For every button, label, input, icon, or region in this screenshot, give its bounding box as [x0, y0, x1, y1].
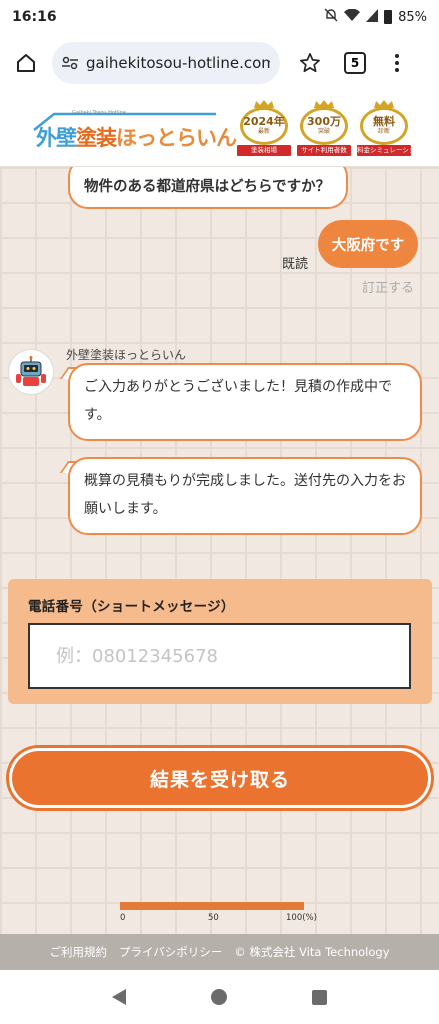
home-icon	[17, 54, 35, 72]
site-footer: ご利用規約 プライバシポリシー © 株式会社 Vita Technology	[0, 934, 439, 970]
home-circle-icon[interactable]	[210, 989, 227, 1005]
logo-text: 外壁塗装ほっとらいん	[36, 126, 237, 150]
dot-icon	[395, 54, 399, 58]
read-receipt: 既読	[282, 257, 309, 272]
logo-subtitle: Gaiheki Tosou Hotline	[72, 110, 126, 116]
back-icon[interactable]	[112, 989, 127, 1005]
dot-icon	[395, 68, 399, 72]
progress-label-50: 50	[208, 913, 219, 923]
system-nav-bar	[0, 970, 439, 1024]
sender-name: 外壁塗装ほっとらいん	[66, 348, 187, 362]
wifi-icon	[344, 8, 361, 26]
star-icon	[300, 53, 320, 73]
bot-avatar	[8, 349, 54, 395]
wreath-icon: 2024年 最新	[240, 107, 288, 145]
bookmark-button[interactable]	[294, 47, 326, 79]
home-button[interactable]	[8, 45, 44, 81]
status-bar: 16:16 85%	[0, 0, 439, 34]
user-answer-bubble: 大阪府です	[318, 220, 418, 268]
badge-ribbon: 塗装相場	[237, 145, 291, 156]
badge-ribbon: サイト利用者数	[297, 145, 351, 156]
site-logo[interactable]: Gaiheki Tosou Hotline 外壁塗装ほっとらいん	[30, 102, 237, 156]
battery-icon	[384, 10, 393, 24]
signal-icon	[366, 8, 379, 26]
battery-level: 85%	[398, 9, 427, 25]
badge-300: 300万 突破 サイト利用者数	[296, 98, 352, 160]
badge-ribbon: 料金シミュレーション	[357, 145, 411, 156]
correct-link[interactable]: 訂正する	[362, 277, 414, 296]
tab-switcher-button[interactable]: 5	[344, 52, 366, 74]
overflow-menu-button[interactable]	[388, 47, 406, 79]
site-header: Gaiheki Tosou Hotline 外壁塗装ほっとらいん 2024年 最…	[0, 92, 439, 167]
phone-label: 電話番号（ショートメッセージ）	[28, 599, 235, 615]
progress-track	[120, 902, 304, 910]
dnd-icon	[324, 8, 338, 26]
url-text: gaihekitosou-hotline.com	[86, 54, 270, 72]
progress-label-0: 0	[120, 913, 126, 923]
dot-icon	[395, 61, 399, 65]
phone-input[interactable]	[28, 623, 411, 689]
copyright-text: © 株式会社 Vita Technology	[234, 945, 390, 959]
progress-bar: 0 50 100(%)	[120, 902, 317, 925]
progress-fill	[120, 902, 304, 910]
submit-button[interactable]: 結果を受け取る	[9, 748, 431, 808]
browser-toolbar: gaihekitosou-hotline.com 5	[0, 34, 439, 92]
terms-link[interactable]: ご利用規約	[49, 944, 107, 960]
chat-area[interactable]: 物件のある都道府県はどちらですか？ 大阪府です 既読 訂正する 外壁塗装ほっとら…	[0, 167, 439, 934]
status-time: 16:16	[12, 9, 57, 25]
status-icons: 85%	[324, 8, 427, 26]
bot-message-bubble: ご入力ありがとうございました！見積の作成中です。	[68, 363, 422, 441]
badge-free: 無料 診断 料金シミュレーション	[356, 98, 412, 160]
progress-label-100: 100(%)	[286, 913, 317, 923]
bot-question-bubble: 物件のある都道府県はどちらですか？	[68, 167, 348, 209]
address-bar[interactable]: gaihekitosou-hotline.com	[52, 42, 280, 84]
phone-form-card: 電話番号（ショートメッセージ）	[8, 579, 432, 704]
wreath-icon: 無料 診断	[360, 107, 408, 145]
badge-2024: 2024年 最新 塗装相場	[236, 98, 292, 160]
site-settings-icon[interactable]	[62, 56, 78, 70]
progress-labels: 0 50 100(%)	[120, 913, 317, 925]
privacy-link[interactable]: プライバシポリシー	[119, 944, 222, 960]
bot-message-bubble: 概算の見積もりが完成しました。送付先の入力をお願いします。	[68, 457, 422, 535]
robot-icon	[16, 356, 46, 386]
award-badges: 2024年 最新 塗装相場 300万 突破 サイト利用者数 無料 診断 料金シミ…	[236, 98, 412, 160]
wreath-icon: 300万 突破	[300, 107, 348, 145]
recents-icon[interactable]	[311, 989, 327, 1005]
